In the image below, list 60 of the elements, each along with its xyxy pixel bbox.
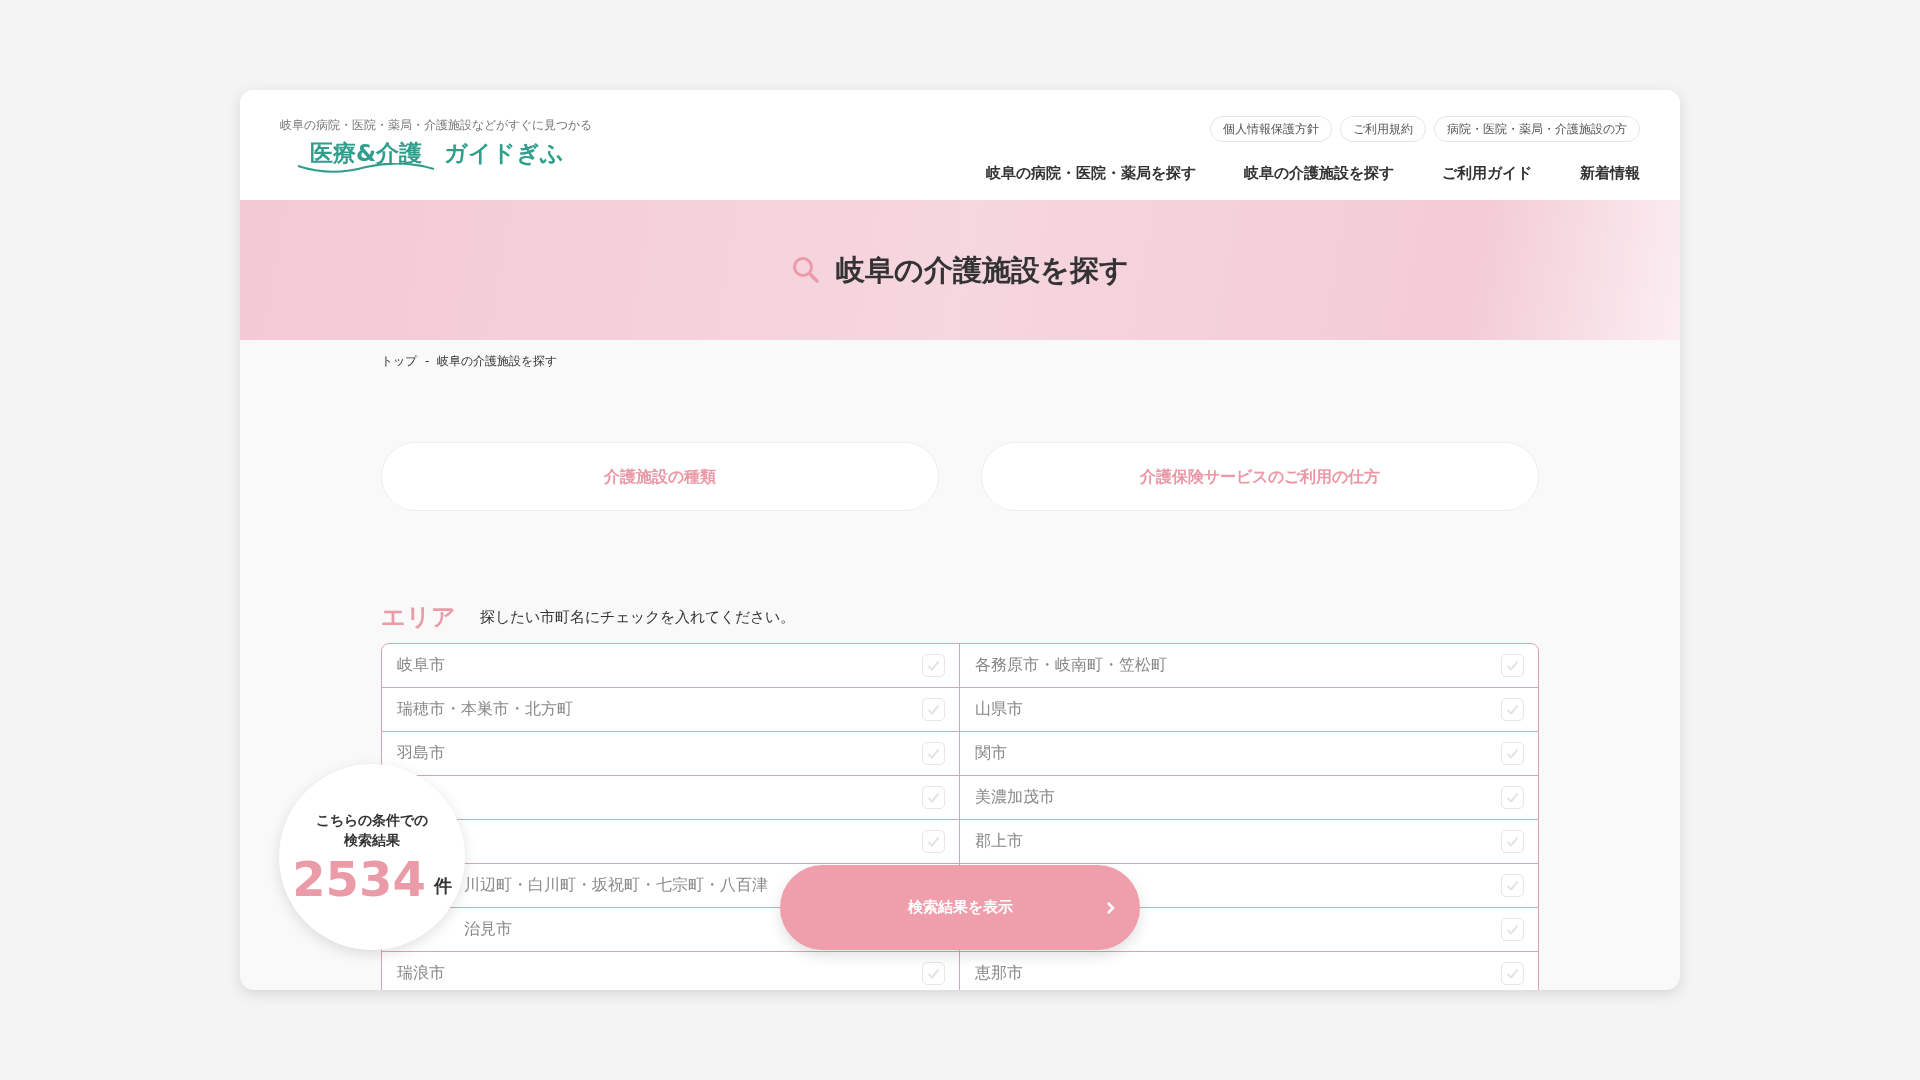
check-icon (927, 791, 940, 803)
nav-link[interactable]: 岐阜の介護施設を探す (1244, 162, 1394, 185)
checkbox[interactable] (1501, 653, 1524, 677)
search-icon (791, 256, 820, 284)
utility-link[interactable]: 個人情報保護方針 (1210, 116, 1332, 142)
checkbox[interactable] (922, 961, 945, 985)
checkbox[interactable] (922, 829, 945, 853)
area-name: 瑞浪市 (397, 962, 445, 985)
result-caption: こちらの条件での検索結果 (315, 811, 429, 850)
check-icon (1506, 791, 1519, 803)
area-name: 瑞穂市・本巣市・北方町 (397, 698, 573, 721)
checkbox[interactable] (1501, 829, 1524, 853)
nav-link[interactable]: 岐阜の病院・医院・薬局を探す (986, 162, 1196, 185)
check-icon (927, 659, 940, 671)
site-tagline: 岐阜の病院・医院・薬局・介護施設などがすぐに見つかる (280, 117, 592, 134)
area-name: 治見市 (464, 918, 512, 941)
checkbox[interactable] (1501, 741, 1524, 765)
checkbox[interactable] (922, 697, 945, 721)
result-count: 2534 (292, 854, 426, 903)
checkbox[interactable] (1501, 873, 1524, 897)
checkbox[interactable] (1501, 917, 1524, 941)
page-title: 岐阜の介護施設を探す (835, 252, 1129, 288)
checkbox[interactable] (922, 653, 945, 677)
logo-swoosh-icon (296, 163, 436, 173)
area-name: 川辺町・白川町・坂祝町・七宗町・八百津 (464, 874, 768, 897)
area-name: 岐阜市 (397, 654, 445, 677)
breadcrumb-separator: - (425, 353, 430, 370)
check-icon (927, 967, 940, 979)
nav-link[interactable]: ご利用ガイド (1442, 162, 1532, 185)
area-name: 各務原市・岐南町・笠松町 (975, 654, 1167, 677)
area-name: 山県市 (975, 698, 1023, 721)
breadcrumb-link[interactable]: トップ (381, 352, 417, 370)
check-icon (1506, 835, 1519, 847)
section-hint: 探したい市町名にチェックを入れてください。 (480, 607, 795, 629)
check-icon (927, 747, 940, 759)
utility-link[interactable]: 病院・医院・薬局・介護施設の方 (1434, 116, 1640, 142)
result-unit: 件 (433, 873, 452, 898)
check-icon (1506, 879, 1519, 891)
breadcrumb-link[interactable]: 岐阜の介護施設を探す (437, 352, 558, 370)
section-heading: エリア (381, 603, 456, 632)
chevron-right-icon (1106, 901, 1115, 915)
area-name: 関市 (975, 742, 1007, 765)
checkbox[interactable] (922, 741, 945, 765)
checkbox[interactable] (1501, 785, 1524, 809)
area-name: 郡上市 (975, 830, 1023, 853)
check-icon (1506, 967, 1519, 979)
check-icon (927, 835, 940, 847)
check-icon (1506, 923, 1519, 935)
area-name: 美濃加茂市 (975, 786, 1055, 809)
checkbox[interactable] (922, 785, 945, 809)
utility-link[interactable]: ご利用規約 (1340, 116, 1426, 142)
check-icon (927, 703, 940, 715)
nav-link[interactable]: 新着情報 (1580, 162, 1640, 185)
area-name: 羽島市 (397, 742, 445, 765)
area-name: 恵那市 (975, 962, 1023, 985)
check-icon (1506, 747, 1519, 759)
check-icon (1506, 659, 1519, 671)
check-icon (1506, 703, 1519, 715)
checkbox[interactable] (1501, 961, 1524, 985)
checkbox[interactable] (1501, 697, 1524, 721)
